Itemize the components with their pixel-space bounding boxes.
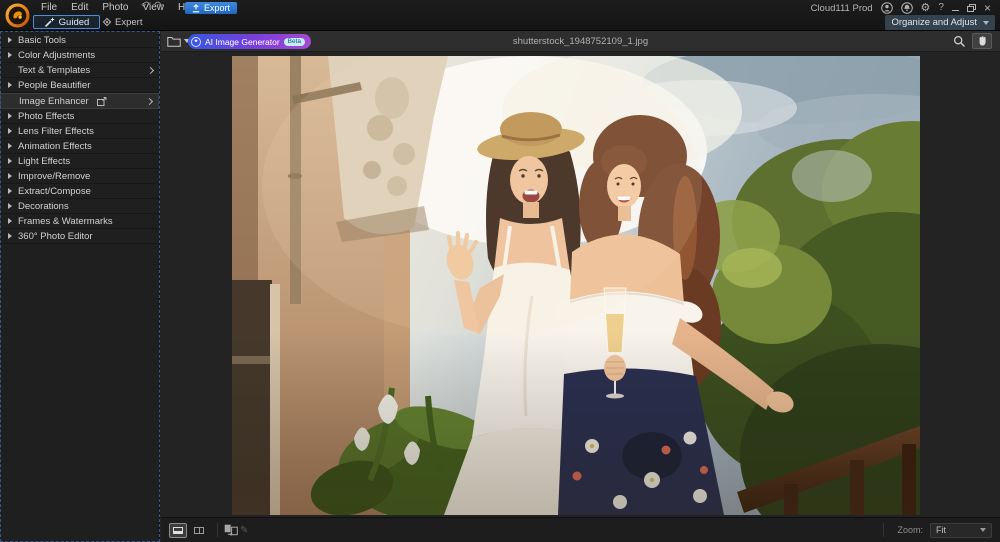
expand-triangle-icon: [8, 82, 12, 88]
zoom-tool-icon[interactable]: [953, 35, 966, 48]
undo-icon[interactable]: ↶: [141, 0, 150, 13]
beta-badge: Beta: [283, 37, 306, 46]
hand-icon: [979, 36, 986, 46]
sidebar-item-label: 360° Photo Editor: [18, 230, 93, 242]
split-view-icon: [194, 526, 204, 534]
tools-sidebar: Basic Tools Color Adjustments Text & Tem…: [0, 31, 160, 542]
sidebar-item-label: Lens Filter Effects: [18, 125, 94, 137]
tab-expert[interactable]: Expert: [102, 15, 143, 29]
canvas-toolbar: ✦ AI Image Generator Beta shutterstock_1…: [161, 31, 1000, 52]
sidebar-item-label: People Beautifier: [18, 79, 91, 91]
pan-hand-tool[interactable]: [972, 33, 992, 49]
export-button[interactable]: Export: [185, 2, 238, 14]
sidebar-item-label: Animation Effects: [18, 140, 92, 152]
zoom-label: Zoom:: [897, 525, 923, 535]
folder-icon: [167, 37, 181, 47]
expand-triangle-icon: [8, 143, 12, 149]
wand-icon: [44, 17, 54, 27]
sidebar-item-label: Frames & Watermarks: [18, 215, 113, 227]
notifications-icon[interactable]: [900, 2, 913, 14]
sidebar-item-improve-remove[interactable]: Improve/Remove: [0, 169, 159, 184]
close-icon[interactable]: ×: [984, 2, 991, 14]
expand-triangle-icon: [8, 173, 12, 179]
sidebar-item-extract-compose[interactable]: Extract/Compose: [0, 184, 159, 199]
zoom-controls: Zoom: Fit: [877, 522, 992, 538]
expand-triangle-icon: [8, 188, 12, 194]
settings-gear-icon[interactable]: ⚙: [921, 3, 931, 14]
sidebar-item-label: Extract/Compose: [18, 185, 91, 197]
sidebar-item-label: Text & Templates: [18, 64, 91, 76]
photo-image[interactable]: [232, 56, 920, 515]
help-icon[interactable]: ?: [938, 3, 944, 13]
restore-window-icon[interactable]: [966, 4, 976, 12]
sidebar-item-light-effects[interactable]: Light Effects: [0, 154, 159, 169]
workspace-dropdown[interactable]: Organize and Adjust: [885, 15, 995, 30]
view-tools: [953, 33, 992, 49]
workspace-dropdown-value: Organize and Adjust: [891, 17, 977, 28]
ai-button-label: AI Image Generator: [205, 36, 280, 47]
expand-triangle-icon: [8, 128, 12, 134]
single-view-button[interactable]: [169, 522, 187, 538]
sidebar-item-color-adjustments[interactable]: Color Adjustments: [0, 48, 159, 63]
ai-image-generator-button[interactable]: ✦ AI Image Generator Beta: [188, 34, 312, 49]
menu-bar: File Edit Photo View Help: [34, 1, 206, 14]
photo-editor-window: File Edit Photo View Help ↶ ↷ Export Clo…: [0, 0, 1000, 542]
sidebar-item-people-beautifier[interactable]: People Beautifier: [0, 78, 159, 93]
chevron-right-icon: [146, 66, 155, 74]
sidebar-item-360-photo-editor[interactable]: 360° Photo Editor: [0, 229, 159, 244]
edit-pencil-icon: ✎: [240, 524, 249, 536]
expand-triangle-icon: [8, 158, 12, 164]
folder-button[interactable]: [167, 35, 190, 47]
expand-triangle-icon: [8, 113, 12, 119]
menu-photo[interactable]: Photo: [95, 2, 135, 13]
ai-sparkle-icon: ✦: [191, 36, 201, 47]
sidebar-item-label: Color Adjustments: [18, 49, 96, 61]
menu-file[interactable]: File: [34, 2, 64, 13]
compare-view-button[interactable]: [190, 523, 208, 538]
expert-label: Expert: [115, 16, 143, 28]
zoom-level-dropdown[interactable]: Fit: [930, 522, 992, 538]
top-bar: File Edit Photo View Help ↶ ↷ Export Clo…: [0, 0, 1000, 31]
expert-icon: [102, 17, 112, 27]
sidebar-item-photo-effects[interactable]: Photo Effects: [0, 109, 159, 124]
window-controls: Cloud111 Prod ⚙ ? ×: [811, 2, 991, 14]
sidebar-item-label: Image Enhancer: [19, 95, 89, 107]
minimize-icon[interactable]: [951, 6, 959, 11]
chevron-down-icon: [983, 20, 989, 25]
menu-edit[interactable]: Edit: [64, 2, 95, 13]
sidebar-item-frames-watermarks[interactable]: Frames & Watermarks: [0, 214, 159, 229]
app-logo-icon: [5, 3, 30, 28]
expand-triangle-icon: [8, 52, 12, 58]
sidebar-item-animation-effects[interactable]: Animation Effects: [0, 139, 159, 154]
export-icon: [192, 3, 200, 12]
sidebar-item-lens-filter-effects[interactable]: Lens Filter Effects: [0, 124, 159, 139]
zoom-level-value: Fit: [936, 525, 946, 535]
redo-icon[interactable]: ↷: [154, 0, 163, 13]
before-after-swap-icon[interactable]: [224, 524, 238, 536]
sidebar-item-basic-tools[interactable]: Basic Tools: [0, 33, 159, 48]
expand-triangle-icon: [8, 37, 12, 43]
guided-label: Guided: [58, 16, 90, 28]
chevron-right-icon: [145, 97, 154, 105]
sidebar-item-label: Light Effects: [18, 155, 71, 167]
enhance-icon: [96, 96, 107, 106]
chevron-down-icon: [980, 528, 986, 532]
account-name: Cloud111 Prod: [810, 2, 873, 14]
status-bar: ✎ Zoom: Fit: [161, 517, 1000, 542]
sidebar-item-label: Photo Effects: [18, 110, 75, 122]
expand-triangle-icon: [8, 218, 12, 224]
sidebar-item-text-templates[interactable]: Text & Templates: [0, 63, 159, 78]
expand-triangle-icon: [8, 233, 12, 239]
tab-guided[interactable]: Guided: [33, 15, 100, 29]
sidebar-item-label: Basic Tools: [18, 34, 66, 46]
sidebar-item-decorations[interactable]: Decorations: [0, 199, 159, 214]
sidebar-item-label: Decorations: [18, 200, 69, 212]
account-icon[interactable]: [880, 2, 893, 14]
sidebar-item-image-enhancer[interactable]: Image Enhancer: [0, 93, 159, 109]
expand-triangle-icon: [8, 203, 12, 209]
single-view-icon: [173, 526, 183, 534]
sidebar-item-label: Improve/Remove: [18, 170, 91, 182]
export-label: Export: [204, 3, 231, 13]
open-file-name: shutterstock_1948752109_1.jpg: [512, 36, 649, 47]
